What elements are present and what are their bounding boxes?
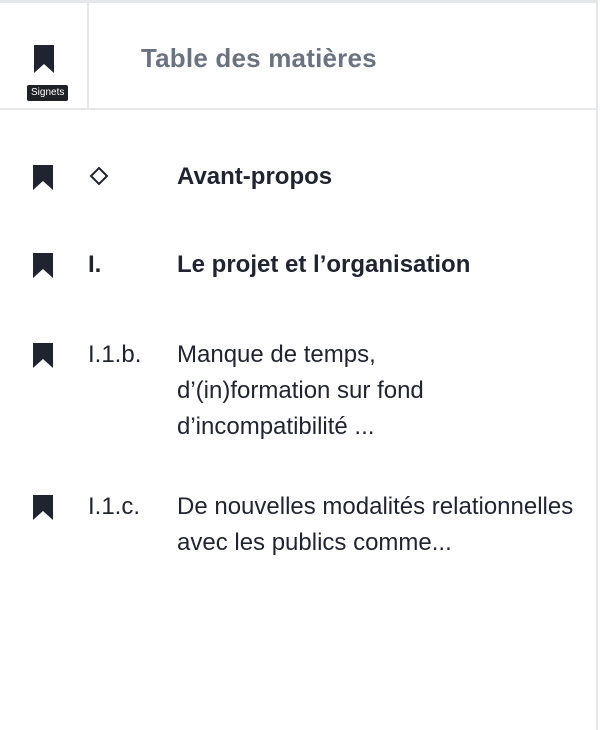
toc-item-label: De nouvelles modalités relationnelles av… — [177, 493, 574, 556]
bookmark-icon[interactable] — [32, 495, 54, 520]
toc-header: Signets Table des matières — [0, 3, 596, 110]
page-title: Table des matières — [141, 43, 377, 73]
toc-item-number: I.1.b. — [88, 341, 142, 368]
toc-item-number: I. — [88, 251, 102, 278]
bookmark-icon[interactable] — [32, 253, 54, 278]
bookmark-icon[interactable] — [32, 165, 54, 190]
toc-item-label: Manque de temps, d’(in)formation sur fon… — [177, 341, 424, 440]
toc-item-number: I.1.c. — [88, 493, 141, 520]
table-of-contents-panel: Signets Table des matières Avant-propos … — [0, 0, 598, 730]
bookmark-icon[interactable] — [32, 343, 54, 368]
bookmark-icon — [34, 45, 54, 73]
diamond-icon — [89, 166, 109, 186]
toc-item-label: Avant-propos — [177, 163, 333, 190]
toc-item-label: Le projet et l’organisation — [177, 251, 471, 278]
bookmarks-tooltip: Signets — [27, 85, 69, 101]
bookmarks-tab[interactable]: Signets — [0, 3, 89, 108]
